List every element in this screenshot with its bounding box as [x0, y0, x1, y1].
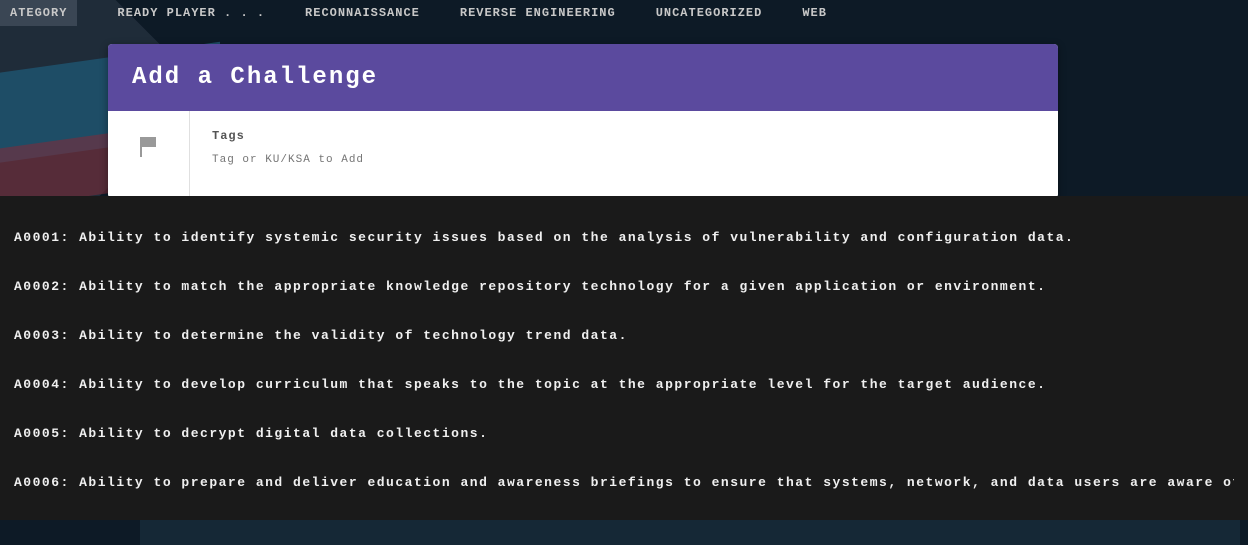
- nav-item-ready-player[interactable]: READY PLAYER . . .: [117, 6, 265, 20]
- nav-item-uncategorized[interactable]: UNCATEGORIZED: [656, 6, 763, 20]
- category-nav: ATEGORY READY PLAYER . . . RECONNAISSANC…: [0, 0, 1248, 26]
- card-body: Tags: [108, 111, 1058, 198]
- nav-item-reconnaissance[interactable]: RECONNAISSANCE: [305, 6, 420, 20]
- dropdown-item[interactable]: A0005: Ability to decrypt digital data c…: [14, 416, 1234, 451]
- dropdown-item[interactable]: A0003: Ability to determine the validity…: [14, 318, 1234, 353]
- dropdown-item[interactable]: A0004: Ability to develop curriculum tha…: [14, 367, 1234, 402]
- nav-item-web[interactable]: WEB: [802, 6, 827, 20]
- icon-column: [108, 111, 190, 198]
- flag-icon: [140, 137, 158, 157]
- nav-item-reverse-engineering[interactable]: REVERSE ENGINEERING: [460, 6, 616, 20]
- tags-label: Tags: [212, 129, 1036, 143]
- nav-item-category[interactable]: ATEGORY: [0, 0, 77, 26]
- tags-input[interactable]: [212, 152, 1036, 168]
- tags-field: Tags: [190, 111, 1058, 198]
- card-title: Add a Challenge: [108, 44, 1058, 111]
- tags-dropdown: A0001: Ability to identify systemic secu…: [0, 196, 1248, 520]
- add-challenge-card: Add a Challenge Tags: [108, 44, 1058, 198]
- dropdown-item[interactable]: A0001: Ability to identify systemic secu…: [14, 220, 1234, 255]
- dropdown-item[interactable]: A0006: Ability to prepare and deliver ed…: [14, 465, 1234, 500]
- dropdown-item[interactable]: A0002: Ability to match the appropriate …: [14, 269, 1234, 304]
